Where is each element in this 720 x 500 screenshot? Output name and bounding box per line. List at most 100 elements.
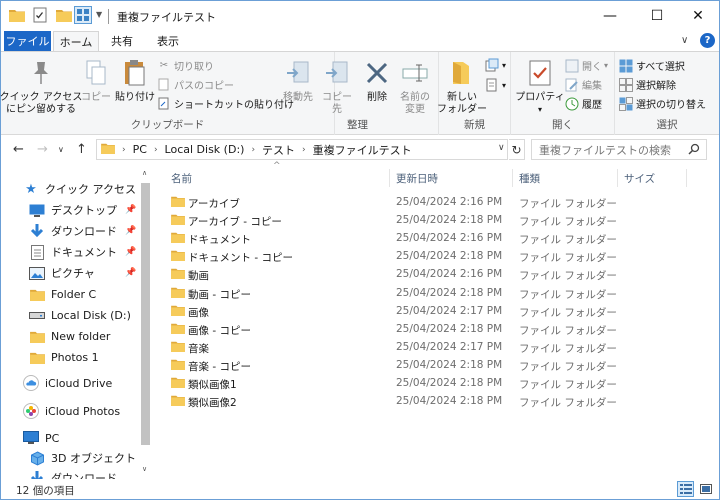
breadcrumb-pc[interactable]: PC bbox=[133, 143, 147, 156]
table-row[interactable]: ドキュメント 25/04/2024 2:16 PM ファイル フォルダー bbox=[161, 229, 717, 247]
tab-home[interactable]: ホーム bbox=[53, 31, 99, 52]
nav-downloads[interactable]: ダウンロード bbox=[29, 221, 117, 241]
address-bar[interactable]: › PC › Local Disk (D:) › テスト › 重複ファイルテスト bbox=[96, 139, 508, 160]
column-divider[interactable] bbox=[686, 169, 687, 187]
nav-pc[interactable]: PC bbox=[23, 428, 59, 448]
collapse-ribbon-icon[interactable]: ∨ bbox=[681, 35, 688, 46]
maximize-button[interactable]: ☐ bbox=[634, 1, 680, 31]
breadcrumb-separator-icon[interactable]: › bbox=[122, 145, 126, 155]
column-divider[interactable] bbox=[389, 169, 390, 187]
table-row[interactable]: 動画 25/04/2024 2:16 PM ファイル フォルダー bbox=[161, 265, 717, 283]
select-all-button[interactable]: すべて選択 bbox=[619, 58, 685, 73]
new-item-button[interactable]: ▾ bbox=[485, 58, 506, 72]
copy-button[interactable]: コピー bbox=[79, 58, 113, 104]
paste-shortcut-button[interactable]: ショートカットの貼り付け bbox=[157, 96, 294, 111]
up-arrow-icon[interactable]: ↑ bbox=[76, 142, 87, 157]
table-row[interactable]: 音楽 25/04/2024 2:17 PM ファイル フォルダー bbox=[161, 338, 717, 356]
paste-button[interactable]: 貼り付け bbox=[115, 58, 155, 104]
table-row[interactable]: 類似画像2 25/04/2024 2:18 PM ファイル フォルダー bbox=[161, 392, 717, 410]
edit-button[interactable]: 編集 bbox=[565, 77, 602, 92]
properties-chevron-icon: ▾ bbox=[537, 105, 542, 114]
pin-icon: 📌 bbox=[125, 247, 137, 257]
new-folder-quick-icon[interactable] bbox=[56, 8, 72, 24]
nav-pane-scrollbar[interactable]: ∧ ∨ bbox=[139, 167, 152, 479]
open-button[interactable]: 開く ▾ bbox=[565, 58, 608, 73]
close-button[interactable]: ✕ bbox=[675, 1, 720, 31]
breadcrumb-separator-icon[interactable]: › bbox=[251, 145, 255, 155]
back-arrow-icon[interactable]: ← bbox=[13, 142, 24, 157]
nav-desktop[interactable]: デスクトップ bbox=[29, 200, 117, 220]
scroll-up-icon[interactable]: ∧ bbox=[142, 169, 147, 177]
column-divider[interactable] bbox=[617, 169, 618, 187]
move-to-button[interactable]: 移動先 bbox=[281, 58, 315, 104]
column-divider[interactable] bbox=[512, 169, 513, 187]
nav-downloads-pc[interactable]: ダウンロード bbox=[29, 468, 117, 479]
tab-view[interactable]: 表示 bbox=[147, 31, 189, 51]
icloud-photos-icon bbox=[23, 403, 39, 419]
scrollbar-thumb[interactable] bbox=[141, 183, 150, 445]
search-box[interactable]: 重複ファイルテストの検索 bbox=[531, 139, 707, 160]
nav-documents[interactable]: ドキュメント bbox=[29, 242, 117, 262]
select-none-icon bbox=[619, 77, 633, 92]
forward-arrow-icon[interactable]: → bbox=[37, 142, 48, 157]
table-row[interactable]: 画像 25/04/2024 2:17 PM ファイル フォルダー bbox=[161, 302, 717, 320]
tab-file[interactable]: ファイル bbox=[4, 31, 51, 51]
breadcrumb-current[interactable]: 重複ファイルテスト bbox=[313, 142, 412, 158]
history-button[interactable]: 履歴 bbox=[565, 96, 602, 111]
table-row[interactable]: 音楽 - コピー 25/04/2024 2:18 PM ファイル フォルダー bbox=[161, 356, 717, 374]
table-row[interactable]: 画像 - コピー 25/04/2024 2:18 PM ファイル フォルダー bbox=[161, 320, 717, 338]
cut-button[interactable]: ✂ 切り取り bbox=[157, 58, 214, 73]
breadcrumb-local-disk[interactable]: Local Disk (D:) bbox=[165, 143, 245, 156]
table-row[interactable]: 動画 - コピー 25/04/2024 2:18 PM ファイル フォルダー bbox=[161, 284, 717, 302]
refresh-icon[interactable]: ↻ bbox=[509, 139, 525, 160]
easy-access-button[interactable]: ▾ bbox=[485, 78, 506, 92]
select-none-button[interactable]: 選択解除 bbox=[619, 77, 676, 92]
new-folder-button[interactable]: 新しい フォルダー bbox=[437, 58, 487, 116]
nav-local-disk[interactable]: Local Disk (D:) bbox=[29, 305, 131, 325]
breadcrumb-test[interactable]: テスト bbox=[262, 142, 295, 158]
details-view-icon[interactable] bbox=[677, 481, 694, 497]
delete-button[interactable]: 削除 bbox=[361, 58, 393, 104]
help-icon[interactable]: ? bbox=[700, 33, 715, 48]
breadcrumb-separator-icon[interactable]: › bbox=[154, 145, 158, 155]
pin-quick-access-button[interactable]: クイック アクセス にピン留めする bbox=[0, 58, 82, 116]
breadcrumb-separator-icon[interactable]: › bbox=[302, 145, 306, 155]
customize-chevron-icon[interactable]: ▼ bbox=[96, 10, 102, 26]
copy-path-button[interactable]: パスのコピー bbox=[157, 77, 234, 92]
file-date: 25/04/2024 2:18 PM bbox=[396, 358, 503, 371]
rename-button[interactable]: 名前の 変更 bbox=[395, 58, 435, 116]
table-row[interactable]: ドキュメント - コピー 25/04/2024 2:18 PM ファイル フォルダー bbox=[161, 247, 717, 265]
nav-icloud-drive[interactable]: iCloud Drive bbox=[23, 373, 112, 393]
nav-pictures[interactable]: ピクチャ bbox=[29, 263, 95, 283]
properties-button[interactable]: プロパティ ▾ bbox=[515, 58, 565, 116]
table-row[interactable]: アーカイブ 25/04/2024 2:16 PM ファイル フォルダー bbox=[161, 193, 717, 211]
nav-new-folder[interactable]: New folder bbox=[29, 326, 110, 346]
nav-3d-objects[interactable]: 3D オブジェクト bbox=[29, 448, 136, 468]
column-header-name[interactable]: 名前 bbox=[171, 167, 192, 189]
invert-selection-button[interactable]: 選択の切り替え bbox=[619, 96, 706, 111]
nav-quick-access[interactable]: ★ クイック アクセス bbox=[23, 179, 136, 199]
copy-to-button[interactable]: コピー先 bbox=[319, 58, 355, 116]
tab-share[interactable]: 共有 bbox=[101, 31, 143, 51]
minimize-button[interactable]: — bbox=[587, 1, 633, 31]
large-icons-view-icon[interactable] bbox=[697, 481, 714, 497]
nav-photos-1[interactable]: Photos 1 bbox=[29, 347, 99, 367]
address-row: ← → ∨ ↑ › PC › Local Disk (D:) › テスト › 重… bbox=[1, 137, 719, 163]
invert-selection-icon bbox=[619, 96, 633, 111]
nav-folder-c[interactable]: Folder C bbox=[29, 284, 96, 304]
table-row[interactable]: 類似画像1 25/04/2024 2:18 PM ファイル フォルダー bbox=[161, 374, 717, 392]
nav-icloud-photos[interactable]: iCloud Photos bbox=[23, 401, 120, 421]
file-name: アーカイブ - コピー bbox=[188, 216, 282, 229]
search-icon[interactable] bbox=[688, 143, 700, 158]
column-header-size[interactable]: サイズ bbox=[624, 167, 655, 189]
address-dropdown-icon[interactable]: ∨ bbox=[498, 143, 505, 153]
recent-chevron-icon[interactable]: ∨ bbox=[58, 145, 64, 154]
scroll-down-icon[interactable]: ∨ bbox=[142, 465, 147, 473]
view-quick-icon[interactable] bbox=[74, 6, 92, 24]
file-type: ファイル フォルダー bbox=[519, 270, 617, 283]
properties-quick-icon[interactable] bbox=[32, 7, 48, 23]
table-row[interactable]: アーカイブ - コピー 25/04/2024 2:18 PM ファイル フォルダー bbox=[161, 211, 717, 229]
column-header-date[interactable]: 更新日時 bbox=[396, 167, 438, 189]
file-type: ファイル フォルダー bbox=[519, 360, 617, 373]
column-header-type[interactable]: 種類 bbox=[519, 167, 540, 189]
